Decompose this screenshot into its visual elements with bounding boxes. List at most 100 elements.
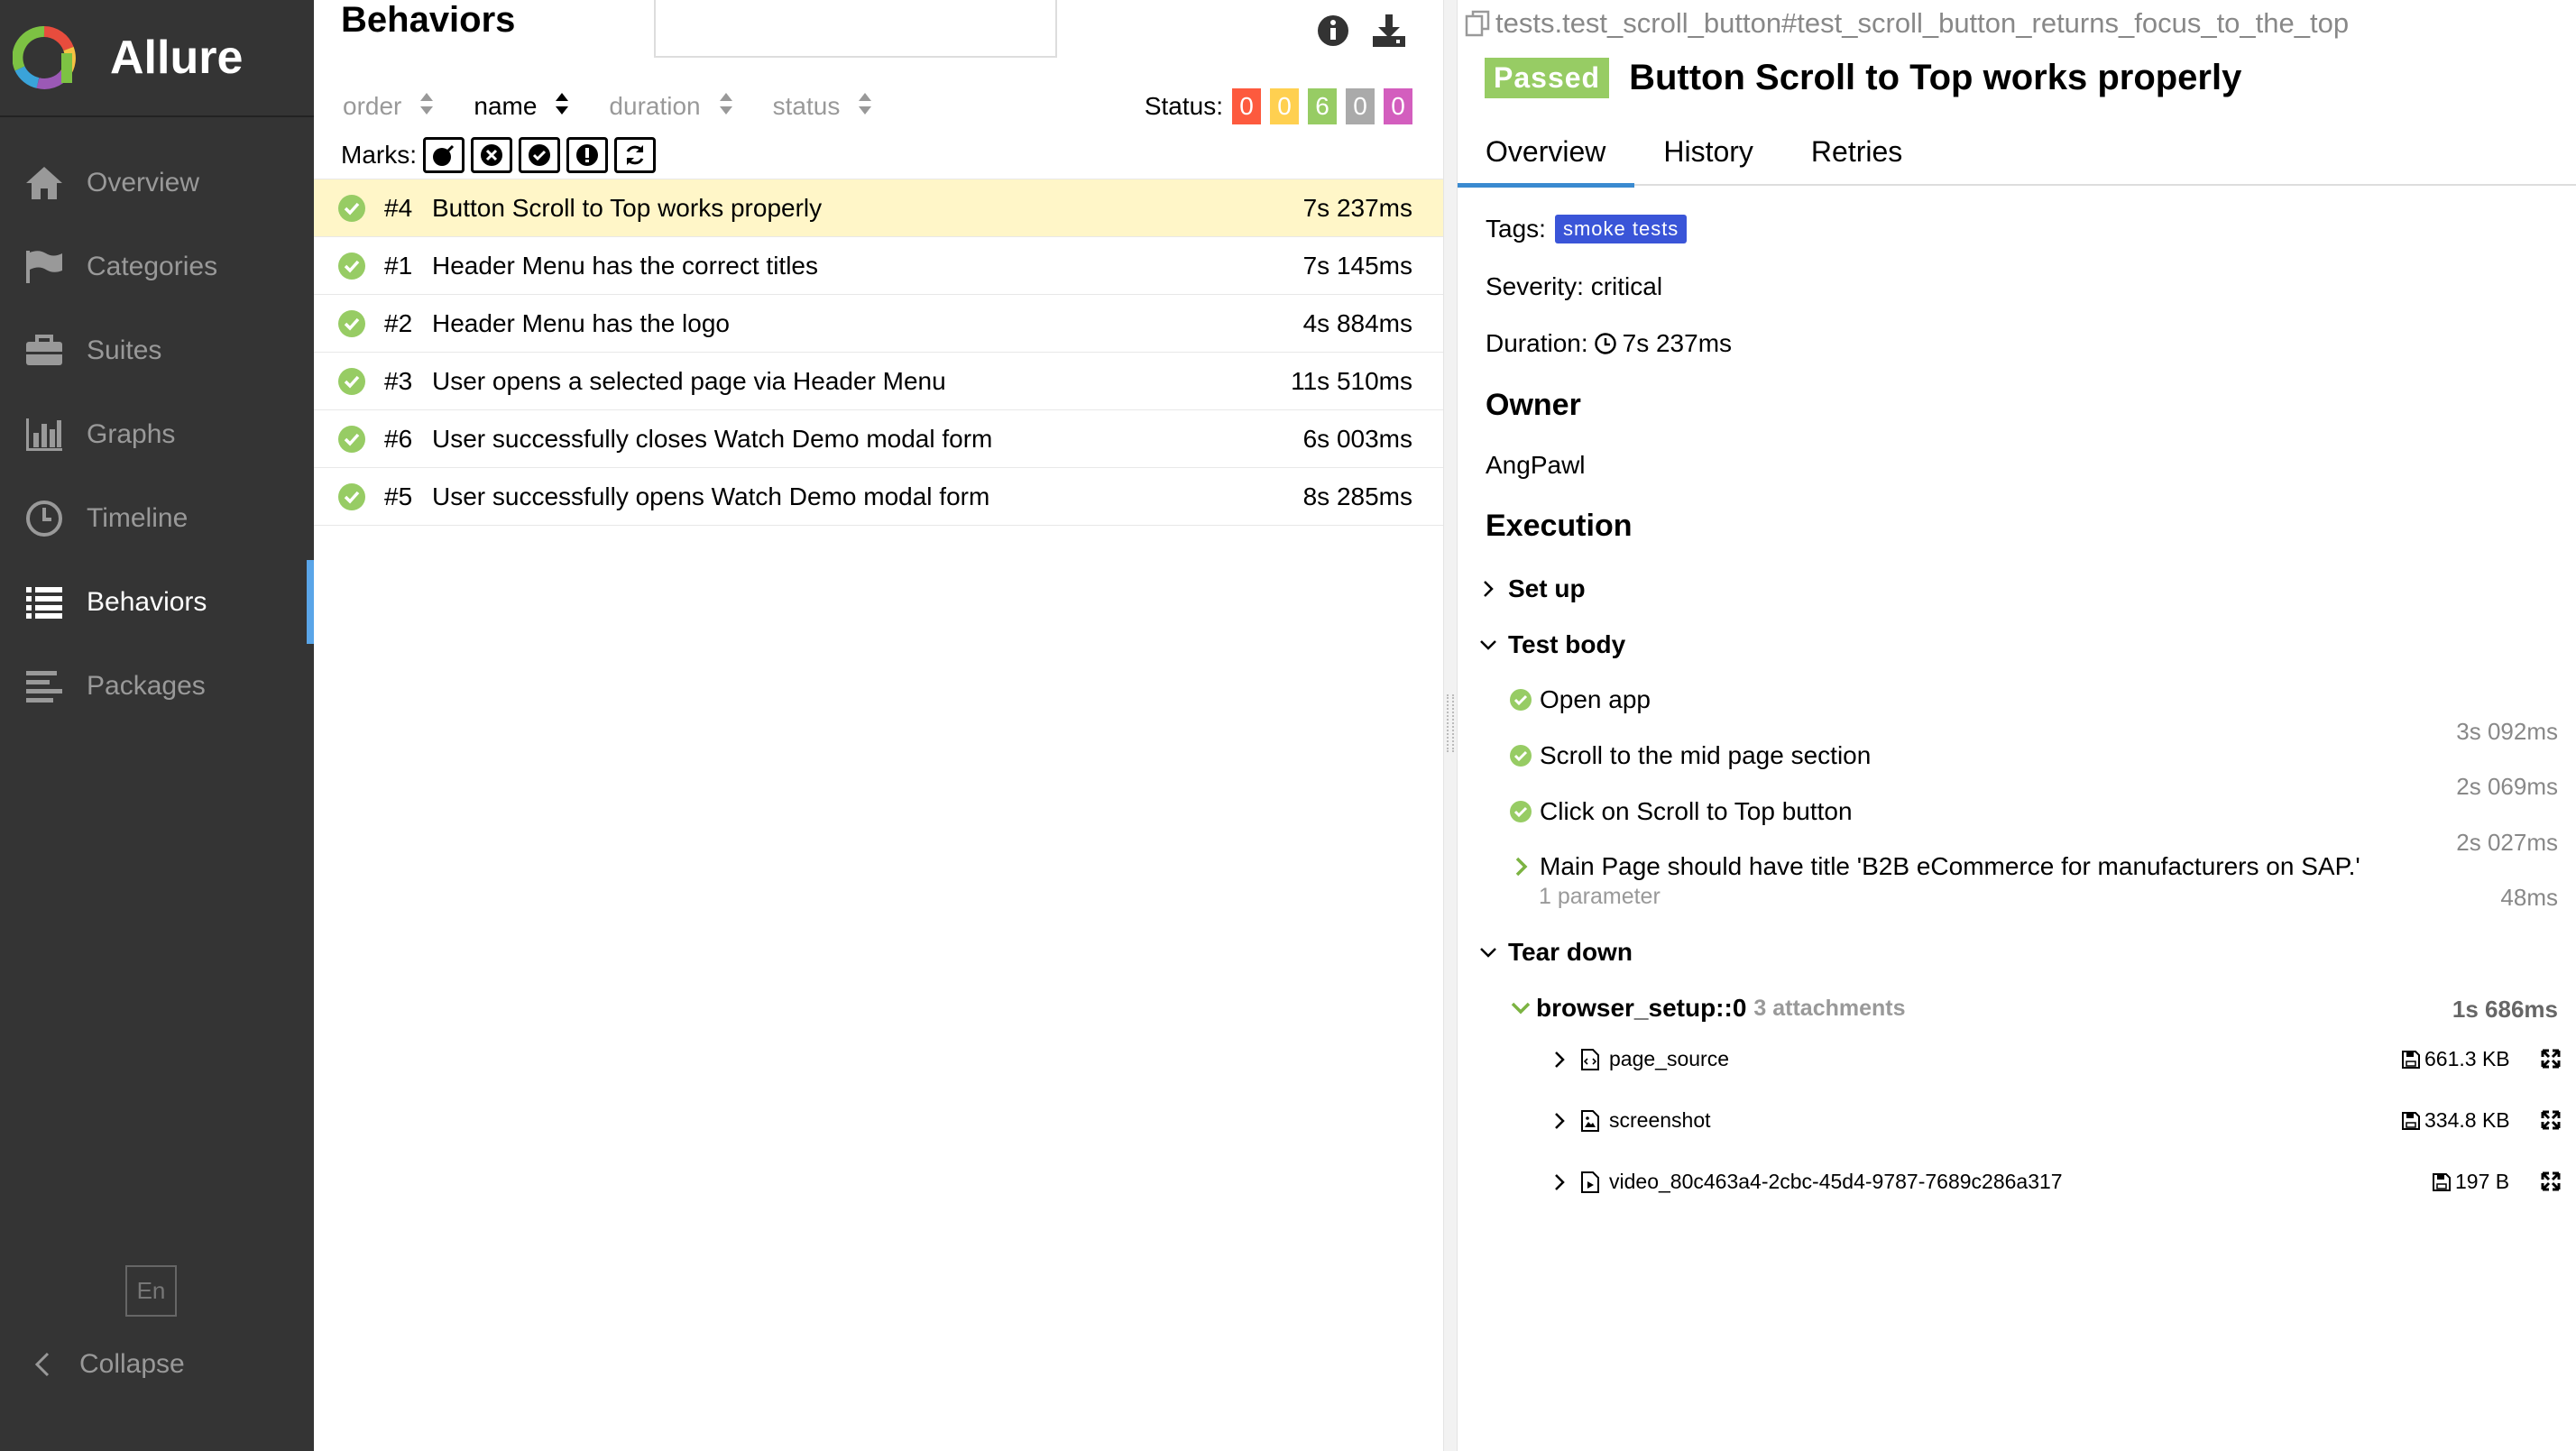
chevron-right-icon [1555, 1173, 1565, 1190]
tab-history[interactable]: History [1634, 117, 1782, 186]
stage-label: Test body [1508, 630, 1626, 658]
nav-item-suites[interactable]: Suites [0, 308, 314, 392]
attachment-item[interactable]: screenshot [1551, 1108, 1711, 1133]
search-input[interactable] [654, 0, 1057, 58]
expand-icon[interactable] [2540, 1171, 2562, 1192]
mark-new-failed-button[interactable] [471, 137, 512, 173]
row-duration: 8s 285ms [1302, 482, 1412, 510]
table-row[interactable]: #6 User successfully closes Watch Demo m… [314, 410, 1443, 468]
save-icon [2402, 1050, 2420, 1069]
allure-logo-icon [13, 26, 76, 89]
brand[interactable]: Allure [0, 0, 314, 117]
row-name: User opens a selected page via Header Me… [432, 366, 946, 395]
check-circle-icon [338, 194, 365, 222]
sort-label: status [772, 92, 841, 120]
fixture-item[interactable]: browser_setup::0 3 attachments [1509, 994, 1906, 1023]
stage-label: Tear down [1508, 938, 1633, 966]
step-item[interactable]: Click on Scroll to Top button [1509, 797, 1853, 826]
mark-new-passed-button[interactable] [519, 137, 560, 173]
check-circle-icon [338, 367, 365, 395]
nav-item-timeline[interactable]: Timeline [0, 476, 314, 560]
step-item[interactable]: Open app [1509, 685, 1651, 714]
splitter-grip-icon[interactable] [1447, 694, 1454, 752]
download-icon[interactable] [1371, 13, 1407, 49]
row-number: #3 [384, 366, 413, 395]
attachment-size-value: 197 B [2455, 1170, 2510, 1193]
check-circle-icon [338, 252, 365, 280]
test-body-stage[interactable]: Test body [1477, 630, 1625, 659]
table-row[interactable]: #2 Header Menu has the logo 4s 884ms [314, 295, 1443, 353]
row-number: #5 [384, 482, 413, 510]
attachment-item[interactable]: page_source [1551, 1047, 1729, 1071]
file-code-icon [1581, 1048, 1599, 1070]
pane-header: Behaviors [314, 0, 1443, 81]
tab-retries[interactable]: Retries [1782, 117, 1931, 186]
nav-menu: Overview Categories Suites Graphs Timeli… [0, 141, 314, 728]
sort-both-icon [555, 92, 569, 122]
status-passed-count[interactable]: 6 [1308, 88, 1337, 124]
marks-label: Marks: [341, 141, 417, 169]
sort-order[interactable]: order [343, 92, 434, 122]
collapse-label: Collapse [79, 1349, 185, 1379]
status-failed-count[interactable]: 0 [1232, 88, 1261, 124]
row-duration: 4s 884ms [1302, 308, 1412, 337]
file-video-icon [1581, 1171, 1599, 1193]
nav-item-overview[interactable]: Overview [0, 141, 314, 225]
check-circle-icon [338, 482, 365, 510]
chevron-left-icon [27, 1342, 58, 1387]
table-row[interactable]: #5 User successfully opens Watch Demo mo… [314, 468, 1443, 526]
attachment-item[interactable]: video_80c463a4-2cbc-45d4-9787-7689c286a3… [1551, 1170, 2063, 1194]
tab-overview[interactable]: Overview [1458, 117, 1635, 188]
sort-label: duration [609, 92, 701, 120]
attachment-name: screenshot [1609, 1108, 1711, 1132]
nav-item-categories[interactable]: Categories [0, 225, 314, 308]
nav-label: Behaviors [87, 586, 207, 617]
nav-item-packages[interactable]: Packages [0, 644, 314, 728]
expand-icon[interactable] [2540, 1048, 2562, 1070]
attachment-size: 334.8 KB [2401, 1108, 2510, 1133]
attachment-name: page_source [1609, 1047, 1729, 1070]
tag-badge: smoke tests [1554, 215, 1688, 243]
status-skipped-count[interactable]: 0 [1346, 88, 1375, 124]
status-label: Status: [1144, 92, 1223, 120]
table-row[interactable]: #1 Header Menu has the correct titles 7s… [314, 237, 1443, 295]
exclamation-circle-icon [576, 144, 598, 166]
step-duration: 2s 027ms [2456, 829, 2558, 856]
status-unknown-count[interactable]: 0 [1384, 88, 1412, 124]
fixture-name: browser_setup::0 [1536, 994, 1747, 1022]
table-row[interactable]: #4 Button Scroll to Top works properly 7… [314, 179, 1443, 237]
table-row[interactable]: #3 User opens a selected page via Header… [314, 353, 1443, 410]
step-duration: 2s 069ms [2456, 773, 2558, 800]
sort-duration[interactable]: duration [609, 92, 732, 122]
step-name: Scroll to the mid page section [1540, 741, 1872, 769]
title-line: Passed Button Scroll to Top works proper… [1485, 58, 2241, 98]
sort-name[interactable]: name [474, 92, 569, 122]
mark-retries-button[interactable] [614, 137, 656, 173]
step-item[interactable]: Scroll to the mid page section [1509, 741, 1871, 770]
execution-heading: Execution [1486, 509, 1633, 543]
teardown-stage[interactable]: Tear down [1477, 938, 1633, 967]
nav-item-behaviors[interactable]: Behaviors [0, 560, 314, 644]
briefcase-icon [22, 328, 67, 373]
chevron-right-icon [1555, 1112, 1565, 1129]
test-full-name[interactable]: tests.test_scroll_button#test_scroll_but… [1465, 7, 2349, 40]
language-switcher[interactable]: En [125, 1265, 177, 1317]
status-broken-count[interactable]: 0 [1270, 88, 1299, 124]
nav-item-graphs[interactable]: Graphs [0, 392, 314, 476]
chevron-right-icon [1555, 1051, 1565, 1068]
sort-status[interactable]: status [773, 92, 873, 122]
step-duration: 48ms [2500, 884, 2558, 911]
setup-stage[interactable]: Set up [1477, 574, 1586, 603]
duration-row: Duration: 7s 237ms [1486, 329, 1732, 358]
sort-bar: order name duration status Status: 0 0 6… [314, 81, 1443, 132]
mark-flaky-button[interactable] [423, 137, 465, 173]
mark-new-broken-button[interactable] [566, 137, 608, 173]
expand-icon[interactable] [2540, 1109, 2562, 1131]
info-icon[interactable] [1315, 13, 1351, 49]
sort-both-icon [719, 92, 733, 122]
chevron-right-icon [1484, 581, 1494, 597]
tags-label: Tags: [1486, 215, 1546, 243]
collapse-button[interactable]: Collapse [27, 1342, 185, 1387]
bomb-icon [433, 144, 455, 166]
step-item[interactable]: Main Page should have title 'B2B eCommer… [1509, 852, 2360, 881]
